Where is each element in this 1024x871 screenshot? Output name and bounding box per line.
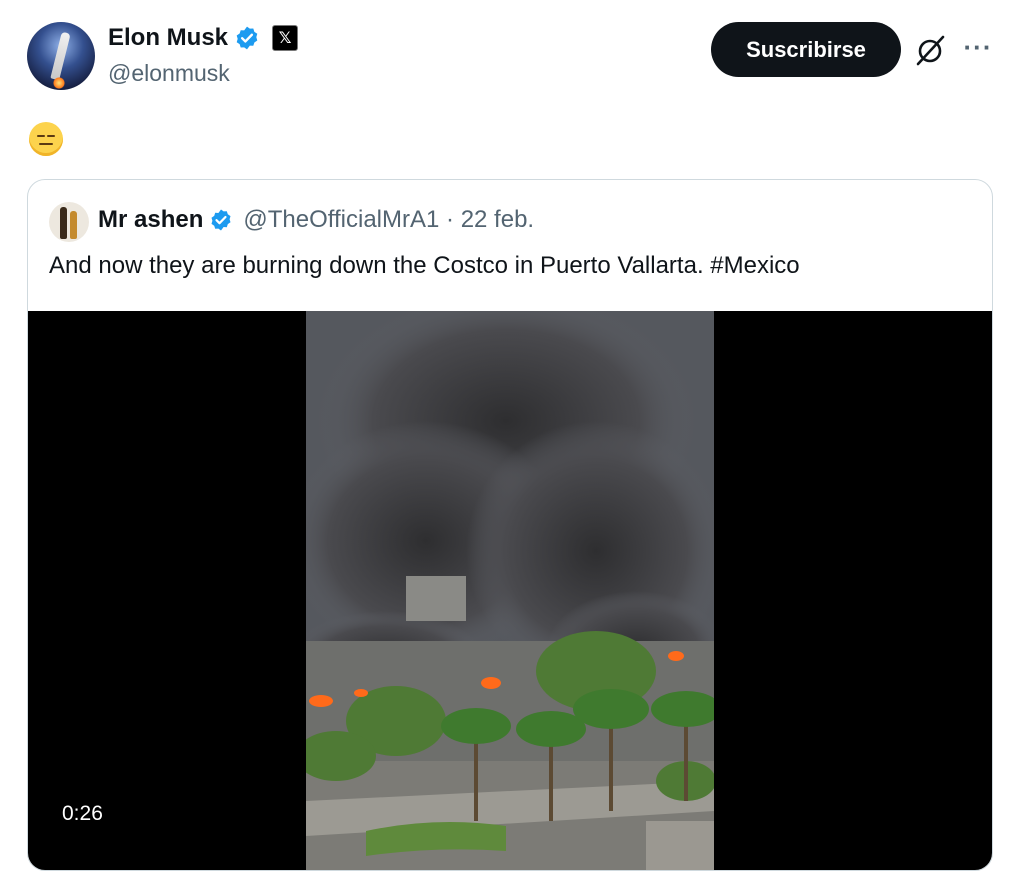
video-duration: 0:26	[56, 799, 109, 829]
quoted-author-row: Mr ashen @TheOfficialMrA1 · 22 feb.	[98, 206, 534, 234]
quoted-meta: @TheOfficialMrA1 · 22 feb.	[243, 206, 534, 234]
subscribe-button[interactable]: Suscribirse	[711, 22, 901, 77]
verified-badge-icon	[234, 25, 260, 51]
bottle-graphic	[70, 211, 77, 239]
author-name[interactable]: Elon Musk	[108, 24, 228, 52]
quoted-author-handle[interactable]: @TheOfficialMrA1	[243, 206, 439, 233]
author-name-row: Elon Musk 𝕏	[108, 24, 299, 52]
video-frame	[306, 311, 714, 870]
author-handle[interactable]: @elonmusk	[108, 60, 230, 87]
quoted-author-name[interactable]: Mr ashen	[98, 206, 203, 234]
bottle-graphic	[60, 207, 67, 239]
expressionless-face-emoji	[29, 122, 63, 156]
grok-icon[interactable]	[912, 32, 948, 68]
quoted-post-text: And now they are burning down the Costco…	[49, 252, 800, 279]
verified-badge-icon	[209, 208, 233, 232]
rocket-flame-graphic	[53, 77, 65, 89]
author-avatar[interactable]	[27, 22, 95, 90]
date-separator: ·	[439, 206, 461, 233]
x-affiliation-badge[interactable]: 𝕏	[272, 25, 299, 51]
quoted-post-card[interactable]: Mr ashen @TheOfficialMrA1 · 22 feb. And …	[27, 179, 993, 871]
rocket-graphic	[50, 31, 71, 81]
video-player[interactable]: 0:26	[28, 311, 992, 870]
quoted-post-date[interactable]: 22 feb.	[461, 206, 534, 233]
quoted-author-avatar[interactable]	[49, 202, 89, 242]
more-options-icon[interactable]: ···	[958, 32, 998, 62]
